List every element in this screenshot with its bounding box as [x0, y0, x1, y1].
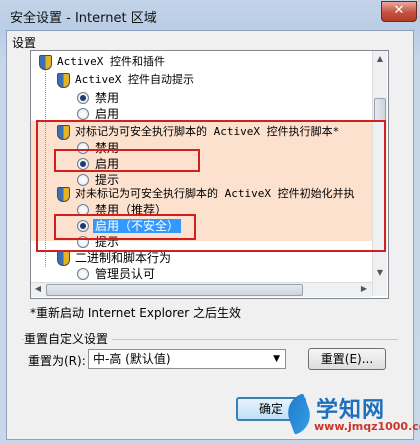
radio-button[interactable]	[77, 236, 89, 248]
radio-button[interactable]	[77, 108, 89, 120]
radio-button[interactable]	[77, 142, 89, 154]
title-bar[interactable]: 安全设置 - Internet 区域 ✕	[0, 0, 420, 30]
vertical-scrollbar[interactable]	[372, 51, 387, 296]
watermark-logo: 学知网 www.jmqz1000.com	[282, 392, 420, 440]
window-title: 安全设置 - Internet 区域	[10, 11, 157, 26]
reset-to-label: 重置为(R):	[28, 354, 86, 368]
reset-level-select[interactable]: 中-高 (默认值) ▼	[88, 349, 286, 369]
scroll-right-arrow-icon[interactable]: ▶	[357, 282, 371, 296]
scroll-left-arrow-icon[interactable]: ◀	[31, 282, 45, 296]
vertical-scroll-thumb[interactable]	[374, 98, 386, 122]
reset-button[interactable]: 重置(E)...	[308, 348, 386, 370]
radio-button[interactable]	[77, 268, 89, 280]
shield-icon	[57, 73, 70, 88]
settings-label: 设置	[12, 36, 37, 50]
reset-group-title: 重置自定义设置	[24, 330, 113, 347]
restart-note: *重新启动 Internet Explorer 之后生效	[30, 306, 242, 320]
shield-icon	[57, 125, 70, 140]
shield-icon	[57, 187, 70, 202]
auto-prompt-label: ActiveX 控件自动提示	[75, 73, 194, 86]
radio-button[interactable]	[77, 92, 89, 104]
radio-button[interactable]	[77, 158, 89, 170]
security-settings-window: 安全设置 - Internet 区域 ✕ 设置 ActiveX 控件和插件 Ac…	[0, 0, 420, 444]
shield-icon	[39, 55, 52, 70]
shield-icon	[57, 251, 70, 266]
settings-tree[interactable]: ActiveX 控件和插件 ActiveX 控件自动提示 禁用 启用 对标记为可…	[30, 50, 389, 299]
radio-button[interactable]	[77, 220, 89, 232]
tree-guide-line	[45, 67, 46, 267]
close-button[interactable]: ✕	[381, 1, 417, 22]
option-label-selected: 启用（不安全）	[93, 219, 182, 233]
scroll-up-arrow-icon[interactable]: ▲	[373, 52, 387, 66]
watermark-url: www.jmqz1000.com	[314, 420, 420, 433]
category-label: ActiveX 控件和插件	[57, 55, 165, 68]
option-label: 启用	[95, 107, 120, 121]
radio-button[interactable]	[77, 204, 89, 216]
horizontal-scroll-thumb[interactable]	[46, 284, 303, 296]
leaf-logo-icon	[282, 393, 316, 435]
scroll-down-arrow-icon[interactable]: ▼	[373, 266, 387, 280]
reset-level-value: 中-高 (默认值)	[93, 352, 171, 366]
close-icon: ✕	[393, 3, 405, 18]
chevron-down-icon: ▼	[273, 354, 280, 364]
